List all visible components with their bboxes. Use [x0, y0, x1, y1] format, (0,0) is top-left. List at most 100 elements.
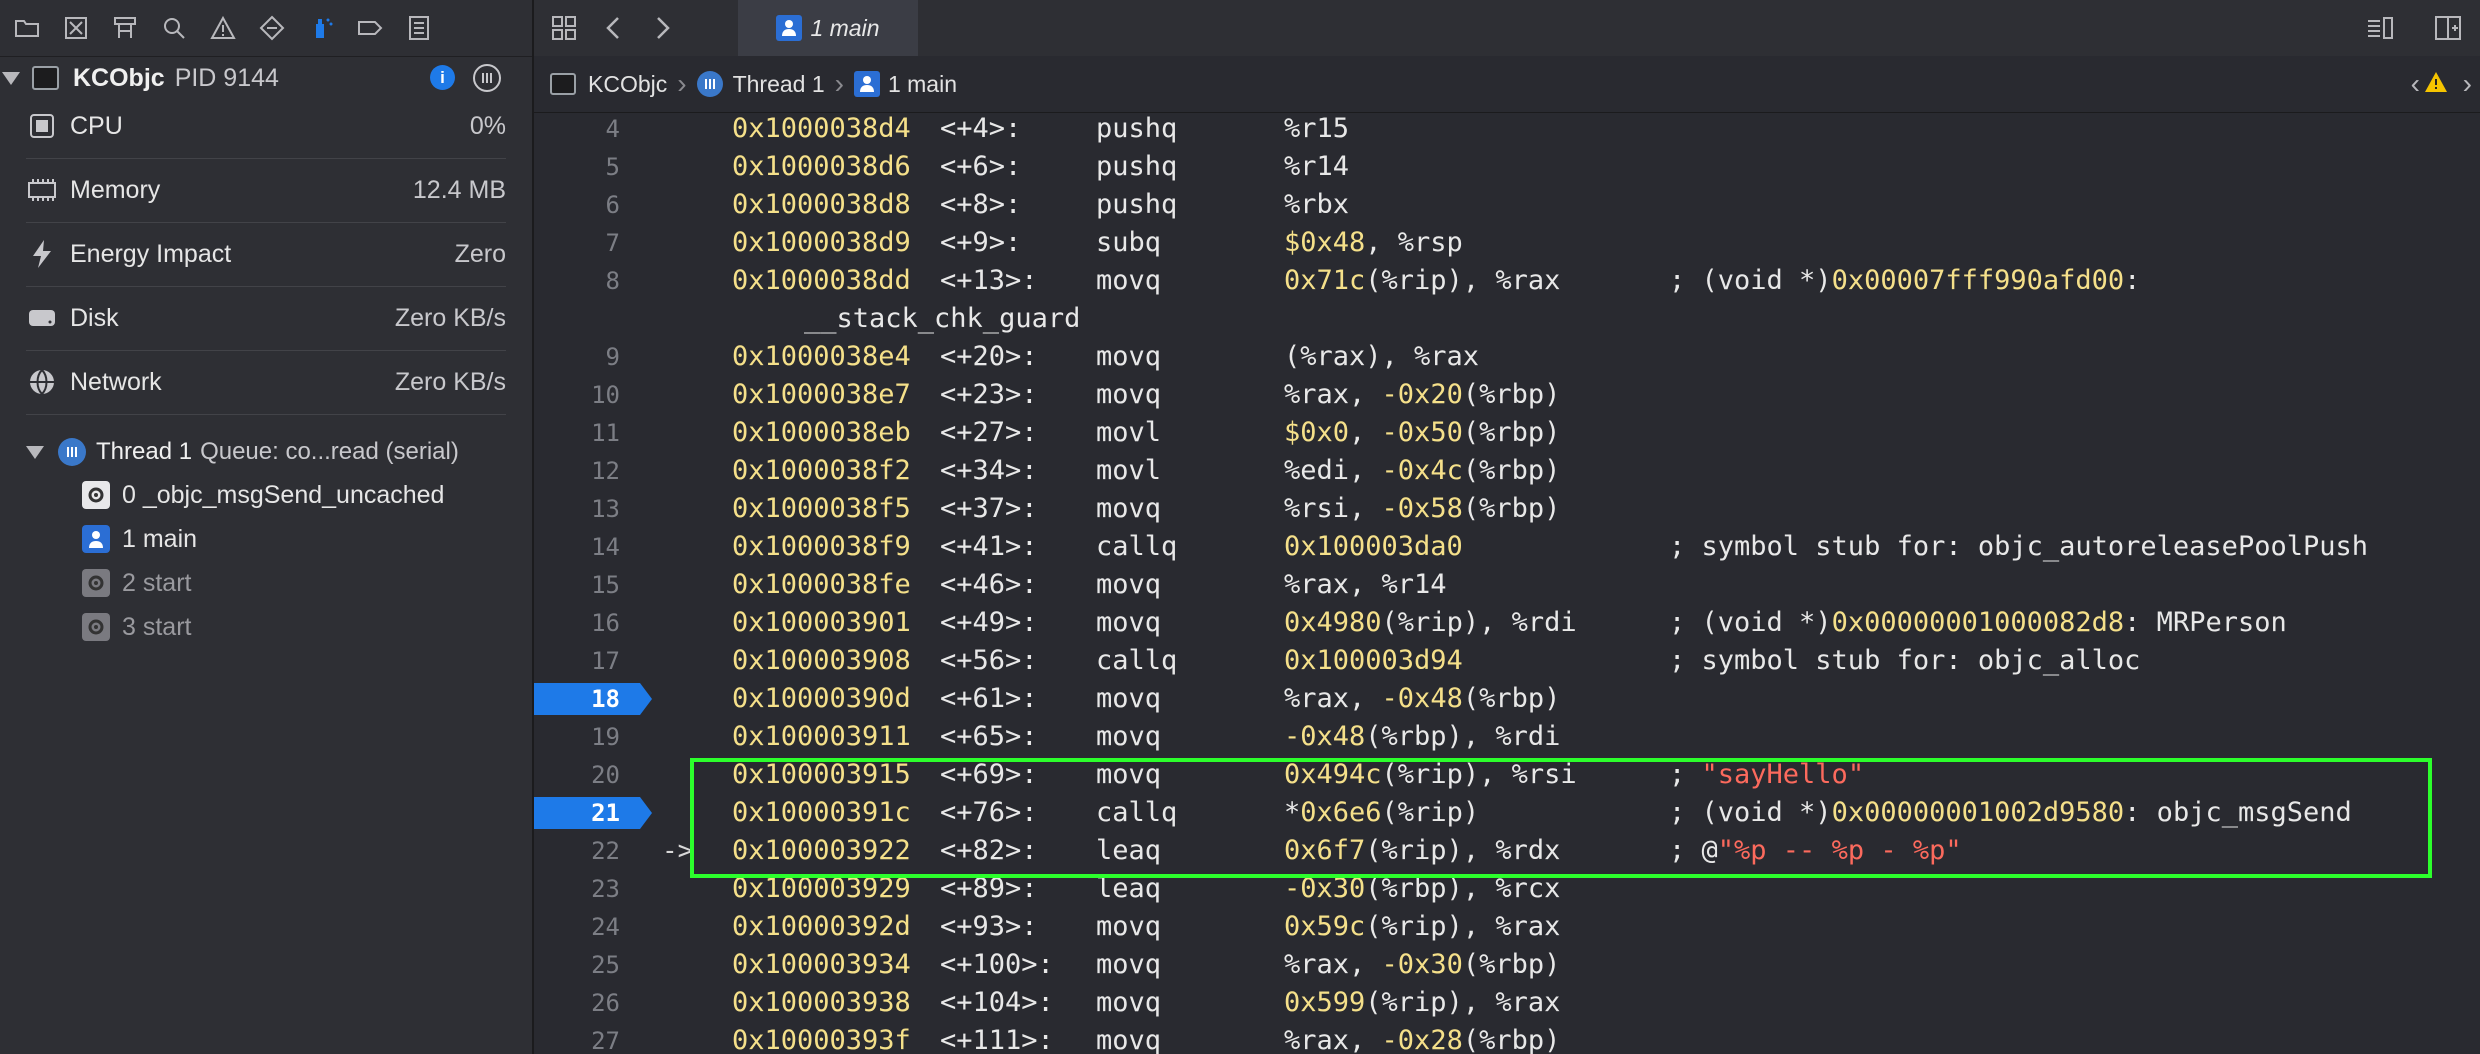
code-line[interactable]: 11 0x1000038eb <+27>: movl $0x0, -0x50(%rbp): [534, 414, 2480, 452]
test-diamond-icon[interactable]: [257, 13, 287, 43]
code-line[interactable]: 27 0x10000393f <+111>: movq %rax, -0x28(%rbp…: [534, 1022, 2480, 1054]
info-icon[interactable]: i: [430, 65, 455, 90]
code-line[interactable]: 15 0x1000038fe <+46>: movq %rax, %r14: [534, 566, 2480, 604]
code-line[interactable]: 19 0x100003911 <+65>: movq -0x48(%rbp), %rdi: [534, 718, 2480, 756]
search-icon[interactable]: [159, 13, 189, 43]
code-line[interactable]: 6 0x1000038d8 <+8>: pushq %rbx: [534, 186, 2480, 224]
instruction-offset: <+8>:: [940, 189, 1022, 220]
process-row[interactable]: KCObjc PID 9144 i: [0, 62, 532, 94]
code-line[interactable]: __stack_chk_guard: [534, 300, 2480, 338]
jumpbar-frame[interactable]: 1 main: [888, 71, 957, 98]
instruction-operands: %rax, -0x30(%rbp): [1284, 946, 1560, 984]
code-line[interactable]: 5 0x1000038d6 <+6>: pushq %r14: [534, 148, 2480, 186]
debug-spray-icon[interactable]: [306, 13, 336, 43]
code-line[interactable]: 13 0x1000038f5 <+37>: movq %rsi, -0x58(%rbp): [534, 490, 2480, 528]
line-number: 10: [591, 381, 620, 409]
editor-options-icon[interactable]: [2360, 8, 2400, 48]
instruction-mnemonic: movl: [1096, 455, 1162, 486]
chevron-right-icon[interactable]: ›: [2463, 68, 2472, 100]
warning-icon[interactable]: [2424, 70, 2448, 100]
code-line[interactable]: 14 0x1000038f9 <+41>: callq 0x100003da0 ; sym…: [534, 528, 2480, 566]
instruction-comment: ; (void *)0x00007fff990afd00:: [1669, 262, 2140, 300]
code-line[interactable]: 22 -> 0x100003922 <+82>: leaq 0x6f7(%rip), %r…: [534, 832, 2480, 870]
code-line[interactable]: 4 0x1000038d4 <+4>: pushq %r15: [534, 112, 2480, 148]
line-number: 12: [591, 457, 620, 485]
report-icon[interactable]: [404, 13, 434, 43]
code-area[interactable]: 4 0x1000038d4 <+4>: pushq %r15 5 0x1000038d6 <+…: [534, 112, 2480, 1054]
view-stack-icon[interactable]: [473, 64, 501, 92]
stack-frame[interactable]: 3 start: [82, 610, 522, 644]
jumpbar-thread[interactable]: Thread 1: [733, 71, 825, 98]
back-arrow-icon[interactable]: [594, 8, 634, 48]
code-line[interactable]: 7 0x1000038d9 <+9>: subq $0x48, %rsp: [534, 224, 2480, 262]
line-number: 16: [591, 609, 620, 637]
code-line[interactable]: 23 0x100003929 <+89>: leaq -0x30(%rbp), %rcx: [534, 870, 2480, 908]
code-line[interactable]: 10 0x1000038e7 <+23>: movq %rax, -0x20(%rbp): [534, 376, 2480, 414]
comment-text: ; symbol stub for: objc_autoreleasePoolP…: [1669, 531, 2368, 562]
operand-number: -0x48: [1381, 683, 1463, 714]
gauge-network[interactable]: Network Zero KB/s: [26, 350, 506, 415]
comment-address: 0x00007fff990afd00: [1831, 265, 2125, 296]
stack-frame[interactable]: 1 main: [82, 522, 522, 556]
instruction-address: 0x1000038dd: [732, 265, 911, 296]
operand-text: (%rbp): [1462, 493, 1561, 524]
stack-frame[interactable]: 0 _objc_msgSend_uncached: [82, 478, 522, 512]
instruction-operands: %r14: [1284, 148, 1349, 186]
code-line[interactable]: 9 0x1000038e4 <+20>: movq (%rax), %rax: [534, 338, 2480, 376]
code-line[interactable]: 26 0x100003938 <+104>: movq 0x599(%rip), %ra…: [534, 984, 2480, 1022]
folder-icon[interactable]: [12, 13, 42, 43]
breakpoint-tag-icon[interactable]: [355, 13, 385, 43]
comment-text: ; @: [1669, 835, 1718, 866]
instruction-mnemonic: leaq: [1096, 835, 1162, 866]
cpu-icon: [26, 110, 58, 142]
gauge-cpu[interactable]: CPU 0%: [26, 94, 506, 159]
instruction-comment: ; symbol stub for: objc_alloc: [1669, 642, 2140, 680]
code-line[interactable]: 18 0x10000390d <+61>: movq %rax, -0x48(%rbp): [534, 680, 2480, 718]
warning-icon[interactable]: [208, 13, 238, 43]
disclosure-triangle-icon[interactable]: [2, 71, 20, 85]
thread-icon: [696, 71, 723, 97]
process-name: KCObjc: [73, 63, 165, 92]
gauge-memory[interactable]: Memory 12.4 MB: [26, 158, 506, 223]
code-line[interactable]: 24 0x10000392d <+93>: movq 0x59c(%rip), %rax: [534, 908, 2480, 946]
stack-frame[interactable]: 2 start: [82, 566, 522, 600]
gauge-energy[interactable]: Energy Impact Zero: [26, 222, 506, 287]
code-line[interactable]: 12 0x1000038f2 <+34>: movl %edi, -0x4c(%rbp): [534, 452, 2480, 490]
source-control-icon[interactable]: [61, 13, 91, 43]
thread-row[interactable]: Thread 1 Queue: co...read (serial): [0, 434, 532, 470]
gear-icon: [82, 613, 110, 641]
instruction-mnemonic: pushq: [1096, 189, 1178, 220]
program-counter-arrow: ->: [662, 836, 694, 866]
instruction-mnemonic: movq: [1096, 759, 1162, 790]
code-line[interactable]: 25 0x100003934 <+100>: movq %rax, -0x30(%rbp…: [534, 946, 2480, 984]
hierarchy-icon[interactable]: [110, 13, 140, 43]
code-line[interactable]: 20 0x100003915 <+69>: movq 0x494c(%rip), %rs…: [534, 756, 2480, 794]
instruction-offset: <+9>:: [940, 227, 1022, 258]
operand-number: -0x4c: [1381, 455, 1463, 486]
line-number: 5: [605, 153, 620, 181]
chevron-left-icon[interactable]: ‹: [2411, 68, 2420, 100]
line-number: 14: [591, 533, 620, 561]
jumpbar-project[interactable]: KCObjc: [588, 71, 667, 98]
instruction-operands: %r15: [1284, 112, 1349, 148]
tab-1-main[interactable]: 1 main: [738, 0, 918, 56]
instruction-operands: $0x48, %rsp: [1284, 224, 1463, 262]
operand-text: *: [1284, 797, 1301, 828]
forward-arrow-icon[interactable]: [642, 8, 682, 48]
add-editor-icon[interactable]: [2428, 8, 2468, 48]
grid-icon[interactable]: [544, 8, 584, 48]
code-line[interactable]: 21 0x10000391c <+76>: callq *0x6e6(%rip) ; (v…: [534, 794, 2480, 832]
code-line[interactable]: 17 0x100003908 <+56>: callq 0x100003d94 ; sym…: [534, 642, 2480, 680]
instruction-mnemonic: movq: [1096, 721, 1162, 752]
instruction-offset: <+27>:: [940, 417, 1038, 448]
disclosure-triangle-icon[interactable]: [26, 445, 44, 459]
comment-text: ; symbol stub for: objc_alloc: [1669, 645, 2141, 676]
gauge-label: Network: [70, 367, 162, 396]
user-icon: [853, 71, 880, 97]
operand-number: 0x100003d94: [1284, 645, 1463, 676]
code-line[interactable]: 16 0x100003901 <+49>: movq 0x4980(%rip), %rd…: [534, 604, 2480, 642]
instruction-offset: <+76>:: [940, 797, 1038, 828]
gauge-disk[interactable]: Disk Zero KB/s: [26, 286, 506, 351]
line-number: 4: [605, 115, 620, 143]
code-line[interactable]: 8 0x1000038dd <+13>: movq 0x71c(%rip), %rax;…: [534, 262, 2480, 300]
